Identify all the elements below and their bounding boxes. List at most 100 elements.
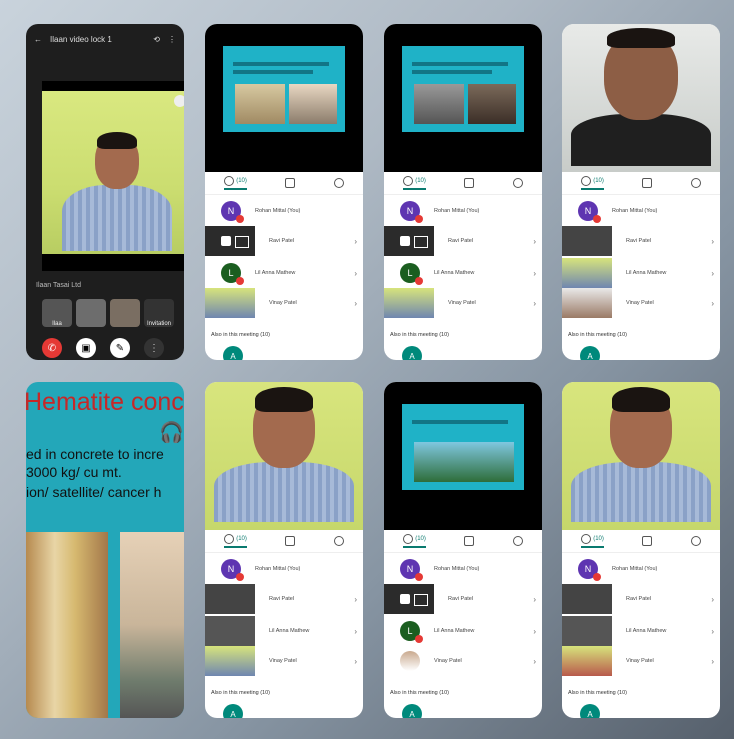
tab-chat[interactable] (642, 536, 653, 546)
participant-row[interactable]: Ravi Patel › (205, 584, 363, 614)
tab-people[interactable]: (10) (581, 176, 604, 190)
participant-row[interactable]: Ravi Patel › (384, 226, 542, 256)
mic-icon (221, 236, 231, 246)
tab-chat[interactable] (642, 178, 653, 188)
participant-row[interactable]: N Rohan Mittal (You) (205, 554, 363, 584)
chat-icon (464, 178, 475, 188)
end-call-button[interactable]: ✆ (42, 338, 62, 358)
section-title: Also in this meeting (10) (390, 332, 449, 338)
participant-thumb[interactable] (76, 299, 106, 327)
participant-row[interactable]: N Rohan Mittal (You) (384, 196, 542, 226)
info-icon (690, 178, 701, 188)
person-figure (571, 386, 711, 530)
tab-chat[interactable] (285, 178, 296, 188)
participant-row[interactable]: Vinay Patel › (562, 646, 720, 676)
participant-row[interactable]: N Rohan Mittal (You) (205, 196, 363, 226)
tab-info[interactable] (512, 536, 523, 546)
participant-row[interactable]: Lil Anna Mathew › (562, 258, 720, 288)
participant-row[interactable]: L Lil Anna Mathew › (384, 616, 542, 646)
tab-info[interactable] (690, 178, 701, 188)
participant-row[interactable]: Vinay Patel › (384, 646, 542, 676)
invite-thumb[interactable]: Invitation (144, 299, 174, 327)
tab-info[interactable] (333, 536, 344, 546)
call-controls: ✆ ▣ ✎ ⋮ (42, 338, 164, 358)
slide-image (120, 532, 184, 718)
participants-screen: (10) N Rohan Mittal (You) Ravi Patel › Lil… (562, 24, 720, 360)
slide-heading: Hematite concre (26, 388, 184, 416)
avatar: A (580, 346, 600, 360)
switch-camera-icon[interactable]: ⟲ (153, 35, 160, 44)
avatar: A (223, 704, 243, 718)
tab-info[interactable] (333, 178, 344, 188)
avatar: A (580, 704, 600, 718)
video-box (42, 81, 184, 271)
participant-row[interactable]: N Rohan Mittal (You) (562, 196, 720, 226)
self-view-toggle-icon[interactable] (174, 95, 184, 107)
chevron-right-icon: › (533, 236, 536, 246)
camera-toggle-button[interactable]: ▣ (76, 338, 96, 358)
participant-row[interactable]: Vinay Patel › (562, 288, 720, 318)
participant-tabs: (10) (384, 172, 542, 195)
camera-view (205, 382, 363, 530)
participants-screen: (10) N Rohan Mittal (You) Ravi Patel › Lil… (562, 382, 720, 718)
tab-people[interactable]: (10) (403, 176, 426, 190)
mic-toggle-button[interactable]: ✎ (110, 338, 130, 358)
participants-screen: (10) N Rohan Mittal (You) Ravi Patel › L Li… (205, 24, 363, 360)
participant-strip: Ilaa Invitation (42, 299, 174, 327)
participant-row[interactable]: Vinay Patel › (205, 646, 363, 676)
participant-row[interactable]: Ravi Patel › (562, 584, 720, 614)
participant-row[interactable]: N Rohan Mittal (You) (562, 554, 720, 584)
participant-row[interactable]: Vinay Patel › (384, 288, 542, 318)
chevron-right-icon: › (354, 236, 357, 246)
participant-row[interactable]: Ravi Patel › (562, 226, 720, 256)
tab-info[interactable] (690, 536, 701, 546)
participant-tabs: (10) (562, 530, 720, 553)
tab-people[interactable]: (10) (224, 534, 247, 548)
slide-image (26, 532, 108, 718)
people-icon (581, 176, 592, 186)
tab-chat[interactable] (464, 536, 475, 546)
camera-view (562, 382, 720, 530)
person-figure (571, 28, 711, 172)
shared-content (384, 24, 542, 172)
participant-tabs: (10) (205, 530, 363, 553)
participant-row[interactable]: N Rohan Mittal (You) (384, 554, 542, 584)
tab-info[interactable] (512, 178, 523, 188)
more-options-icon[interactable]: ⋮ (168, 35, 176, 44)
headphones-icon: 🎧 (159, 422, 184, 444)
call-title: Ilaan video lock 1 (50, 34, 112, 44)
back-arrow-icon[interactable]: ← (34, 35, 42, 44)
chat-icon (285, 178, 296, 188)
participant-thumb[interactable]: Ilaa (42, 299, 72, 327)
info-icon (333, 178, 344, 188)
chevron-right-icon: › (354, 268, 357, 278)
participant-row[interactable]: Lil Anna Mathew › (562, 616, 720, 646)
tab-people[interactable]: (10) (403, 534, 426, 548)
tab-chat[interactable] (464, 178, 475, 188)
section-title: Also in this meeting (10) (390, 690, 449, 696)
person-figure (62, 131, 172, 254)
participant-tabs: (10) (562, 172, 720, 195)
participant-row[interactable]: Lil Anna Mathew › (205, 616, 363, 646)
participant-thumb[interactable] (110, 299, 140, 327)
participants-screen: (10) N Rohan Mittal (You) Ravi Patel › L Li… (384, 382, 542, 718)
more-button[interactable]: ⋮ (144, 338, 164, 358)
section-title: Also in this meeting (10) (211, 690, 270, 696)
tab-people[interactable]: (10) (224, 176, 247, 190)
tab-chat[interactable] (285, 536, 296, 546)
call-caption: Ilaan Tasai Ltd (36, 282, 82, 289)
tab-people[interactable]: (10) (581, 534, 604, 548)
section-title: Also in this meeting (10) (211, 332, 270, 338)
participant-row[interactable]: L Lil Anna Mathew › (205, 258, 363, 288)
participant-row[interactable]: Vinay Patel › (205, 288, 363, 318)
person-figure (214, 386, 354, 530)
participant-row[interactable]: L Lil Anna Mathew › (384, 258, 542, 288)
participant-row[interactable]: Ravi Patel › (205, 226, 363, 256)
participant-tabs: (10) (384, 530, 542, 553)
people-icon (403, 176, 414, 186)
call-top-bar: ← Ilaan video lock 1 ⟲ ⋮ (26, 24, 184, 54)
participant-row[interactable]: Ravi Patel › (384, 584, 542, 614)
call-screen: ← Ilaan video lock 1 ⟲ ⋮ Ilaan Tasai Ltd… (26, 24, 184, 360)
avatar: A (402, 346, 422, 360)
chevron-right-icon: › (533, 268, 536, 278)
